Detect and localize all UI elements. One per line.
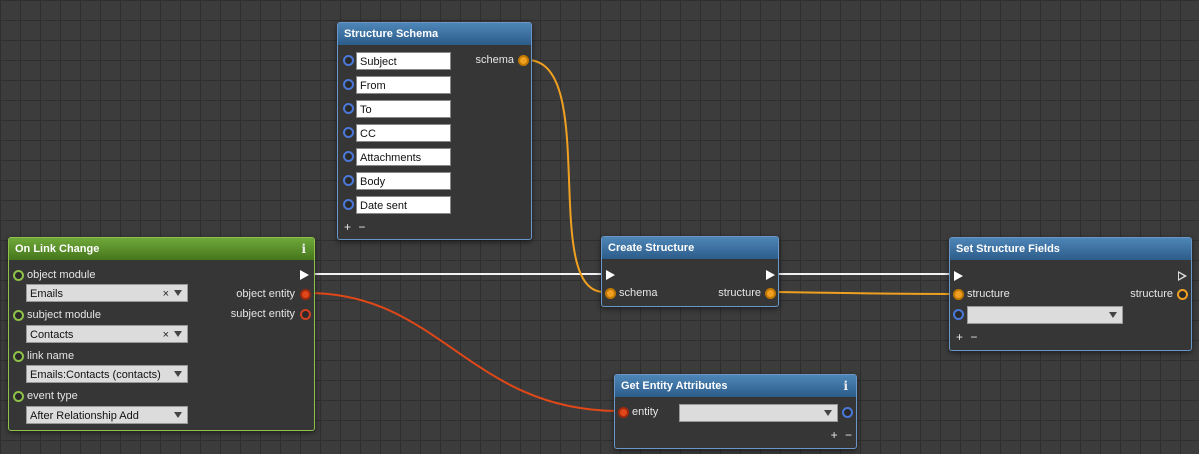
- object-entity-pin[interactable]: [300, 289, 311, 300]
- entity-input-pin[interactable]: [618, 407, 629, 418]
- clear-icon[interactable]: ×: [163, 326, 169, 344]
- set-structure-fields-title[interactable]: Set Structure Fields: [950, 238, 1191, 260]
- structure-schema-node[interactable]: Structure Schema Subject From To CC Atta…: [337, 22, 532, 240]
- schema-field-pin-subject[interactable]: [343, 55, 354, 66]
- attribute-output-pin[interactable]: [842, 407, 853, 418]
- schema-input-pin[interactable]: [605, 288, 616, 299]
- schema-field-date-sent[interactable]: Date sent: [356, 196, 451, 214]
- schema-field-pin-to[interactable]: [343, 103, 354, 114]
- schema-input-label: schema: [619, 287, 658, 299]
- schema-field-cc[interactable]: CC: [356, 124, 451, 142]
- exec-input-pin[interactable]: [954, 271, 963, 281]
- chevron-down-icon[interactable]: [174, 371, 182, 377]
- create-structure-node[interactable]: Create Structure schema structure: [601, 236, 779, 307]
- entity-input-label: entity: [632, 406, 659, 418]
- attribute-select[interactable]: [679, 404, 838, 422]
- set-structure-fields-node[interactable]: Set Structure Fields structure structure…: [949, 237, 1192, 351]
- on-link-change-node[interactable]: On Link Change i object module Emails × …: [8, 237, 315, 431]
- wire-schema-to-create: [526, 59, 605, 293]
- structure-output-pin[interactable]: [765, 288, 776, 299]
- subject-module-label: subject module: [27, 309, 101, 321]
- schema-output-pin[interactable]: [518, 55, 529, 66]
- schema-field-pin-body[interactable]: [343, 175, 354, 186]
- chevron-down-icon[interactable]: [174, 331, 182, 337]
- schema-field-subject[interactable]: Subject: [356, 52, 451, 70]
- exec-input-pin[interactable]: [606, 270, 615, 280]
- event-type-select[interactable]: After Relationship Add: [26, 406, 188, 424]
- getattrs-add-remove-buttons[interactable]: + −: [831, 428, 854, 442]
- link-name-value: Emails:Contacts (contacts): [30, 369, 161, 381]
- structure-output-label: structure: [718, 287, 761, 299]
- schema-field-pin-attachments[interactable]: [343, 151, 354, 162]
- schema-field-pin-from[interactable]: [343, 79, 354, 90]
- chevron-down-icon[interactable]: [824, 410, 832, 416]
- chevron-down-icon[interactable]: [174, 412, 182, 418]
- schema-field-pin-cc[interactable]: [343, 127, 354, 138]
- on-link-change-title-text: On Link Change: [15, 243, 100, 255]
- schema-field-attachments[interactable]: Attachments: [356, 148, 451, 166]
- subject-entity-label: subject entity: [230, 308, 295, 320]
- field-select[interactable]: [967, 306, 1123, 324]
- wire-entity-to-getattrs: [307, 292, 618, 412]
- object-entity-label: object entity: [236, 288, 295, 300]
- link-name-pin[interactable]: [13, 351, 24, 362]
- subject-module-pin[interactable]: [13, 310, 24, 321]
- object-module-pin[interactable]: [13, 270, 24, 281]
- setfields-add-remove-buttons[interactable]: + −: [956, 330, 979, 344]
- chevron-down-icon[interactable]: [1109, 312, 1117, 318]
- exec-output-pin[interactable]: [1178, 271, 1187, 281]
- structure-input-pin[interactable]: [953, 289, 964, 300]
- schema-field-to[interactable]: To: [356, 100, 451, 118]
- schema-add-remove-buttons[interactable]: + −: [344, 220, 367, 234]
- structure-output-pin[interactable]: [1177, 289, 1188, 300]
- object-module-label: object module: [27, 269, 96, 281]
- schema-field-pin-date-sent[interactable]: [343, 199, 354, 210]
- get-entity-attributes-title[interactable]: Get Entity Attributes i: [615, 375, 856, 397]
- get-entity-attributes-node[interactable]: Get Entity Attributes i entity + −: [614, 374, 857, 449]
- structure-schema-title[interactable]: Structure Schema: [338, 23, 531, 45]
- get-entity-attributes-title-text: Get Entity Attributes: [621, 380, 728, 392]
- schema-output-label: schema: [475, 54, 514, 66]
- link-name-label: link name: [27, 350, 75, 362]
- structure-input-label: structure: [967, 288, 1010, 300]
- event-type-label: event type: [27, 390, 78, 402]
- object-module-select[interactable]: Emails ×: [26, 284, 188, 302]
- link-name-select[interactable]: Emails:Contacts (contacts): [26, 365, 188, 383]
- schema-field-body[interactable]: Body: [356, 172, 451, 190]
- on-link-change-title[interactable]: On Link Change i: [9, 238, 314, 260]
- chevron-down-icon[interactable]: [174, 290, 182, 296]
- wire-structure-to-setfields: [775, 291, 953, 295]
- subject-module-select[interactable]: Contacts ×: [26, 325, 188, 343]
- exec-output-pin[interactable]: [766, 270, 775, 280]
- clear-icon[interactable]: ×: [163, 285, 169, 303]
- structure-output-label: structure: [1130, 288, 1173, 300]
- event-type-pin[interactable]: [13, 391, 24, 402]
- subject-entity-pin[interactable]: [300, 309, 311, 320]
- schema-field-from[interactable]: From: [356, 76, 451, 94]
- info-icon[interactable]: i: [301, 238, 306, 260]
- object-module-value: Emails: [30, 288, 64, 300]
- field-input-pin[interactable]: [953, 309, 964, 320]
- create-structure-title[interactable]: Create Structure: [602, 237, 778, 259]
- info-icon[interactable]: i: [843, 375, 848, 397]
- exec-output-pin[interactable]: [300, 270, 309, 280]
- event-type-value: After Relationship Add: [30, 410, 139, 422]
- subject-module-value: Contacts: [30, 329, 74, 341]
